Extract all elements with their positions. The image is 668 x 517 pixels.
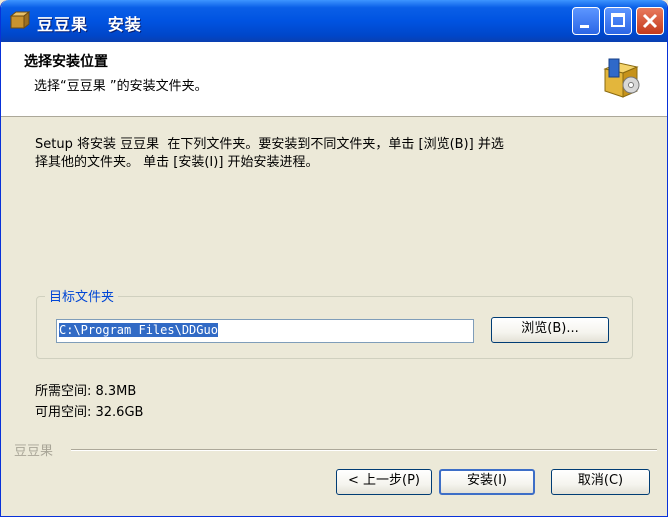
intro-text: Setup 将安装 豆豆果 在下列文件夹。要安装到不同文件夹，单击 [浏览(B)… <box>35 137 504 170</box>
brand-label: 豆豆果 <box>14 444 54 459</box>
title-bar[interactable]: 豆豆果 安装 <box>1 0 667 42</box>
minimize-button[interactable] <box>572 7 600 35</box>
close-icon <box>642 13 658 29</box>
page-title: 选择安装位置 <box>24 54 108 70</box>
destination-path-value: C:\Program Files\DDGuo <box>59 323 218 337</box>
space-available: 可用空间: 32.6GB <box>35 405 144 420</box>
browse-button[interactable]: 浏览(B)... <box>491 317 609 343</box>
close-button[interactable] <box>636 7 664 35</box>
back-button[interactable]: < 上一步(P) <box>336 469 432 495</box>
app-icon <box>9 10 30 30</box>
page-header: 选择安装位置 选择“豆豆果 ”的安装文件夹。 <box>1 42 667 117</box>
footer-divider <box>71 449 657 451</box>
minimize-icon <box>580 25 589 28</box>
destination-path-input[interactable]: C:\Program Files\DDGuo <box>56 319 474 343</box>
installer-window: 豆豆果 安装 选择安装位置 选择“豆豆果 ”的安装文件夹。 Setup 将安装 … <box>0 0 668 517</box>
space-required: 所需空间: 8.3MB <box>35 384 137 399</box>
window-title: 豆豆果 安装 <box>37 15 142 34</box>
installer-box-icon <box>603 58 640 98</box>
page-subtitle: 选择“豆豆果 ”的安装文件夹。 <box>34 79 208 94</box>
maximize-icon <box>611 13 625 27</box>
destination-group-label: 目标文件夹 <box>45 286 119 305</box>
maximize-button[interactable] <box>604 7 632 35</box>
cancel-button[interactable]: 取消(C) <box>551 469 650 495</box>
install-button[interactable]: 安装(I) <box>439 469 535 495</box>
